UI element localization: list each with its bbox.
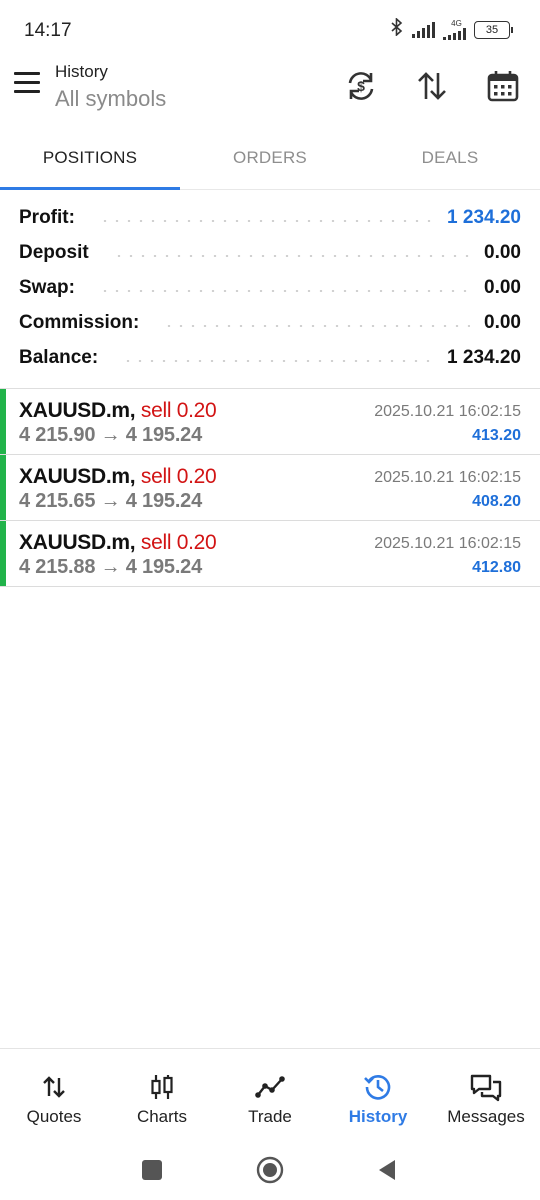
summary-value: 0.00	[484, 311, 521, 333]
position-prices: 4 215.88 → 4 195.24	[19, 556, 203, 578]
tab-orders[interactable]: ORDERS	[180, 130, 360, 190]
summary-row-deposit: Deposit 0.00	[0, 235, 540, 270]
dotted-leader	[98, 219, 434, 222]
summary-label: Profit:	[19, 206, 75, 228]
position-symbol: XAUUSD.m, sell 0.20	[19, 399, 217, 423]
bluetooth-icon	[390, 17, 404, 41]
summary-row-swap: Swap: 0.00	[0, 270, 540, 305]
position-profit: 413.20	[472, 427, 521, 444]
nav-trade[interactable]: Trade	[216, 1049, 324, 1138]
network-type: 4G	[451, 18, 462, 28]
position-symbol: XAUUSD.m, sell 0.20	[19, 465, 217, 489]
tabs: POSITIONS ORDERS DEALS	[0, 130, 540, 190]
currency-exchange-icon[interactable]: $	[341, 66, 381, 106]
symbol-name: XAUUSD.m,	[19, 465, 136, 488]
position-marker	[0, 521, 6, 586]
quotes-icon	[41, 1071, 67, 1103]
battery-level: 35	[485, 23, 499, 36]
symbol-name: XAUUSD.m,	[19, 531, 136, 554]
charts-icon	[149, 1071, 175, 1103]
status-time: 14:17	[24, 20, 72, 41]
back-triangle-icon	[379, 1160, 395, 1180]
back-button[interactable]	[367, 1150, 407, 1190]
summary-row-commission: Commission: 0.00	[0, 305, 540, 340]
nav-label: Trade	[248, 1107, 292, 1126]
position-prices: 4 215.90 → 4 195.24	[19, 424, 203, 446]
messages-icon	[469, 1071, 503, 1103]
position-profit: 408.20	[472, 493, 521, 510]
nav-label: History	[348, 1107, 408, 1126]
nav-charts[interactable]: Charts	[108, 1049, 216, 1138]
sort-icon[interactable]	[412, 66, 452, 106]
list-item[interactable]: XAUUSD.m, sell 0.20 4 215.88 → 4 195.24 …	[0, 521, 540, 587]
trade-icon	[255, 1071, 285, 1103]
summary: Profit: 1 234.20 Deposit 0.00 Swap: 0.00…	[0, 200, 540, 375]
position-time: 2025.10.21 16:02:15	[374, 469, 521, 486]
dotted-leader	[163, 324, 471, 327]
positions-list: XAUUSD.m, sell 0.20 4 215.90 → 4 195.24 …	[0, 389, 540, 587]
calendar-icon[interactable]	[483, 66, 523, 106]
dotted-leader	[98, 289, 471, 292]
recents-button[interactable]	[132, 1150, 172, 1190]
system-nav-bar	[0, 1140, 540, 1200]
position-profit: 412.80	[472, 559, 521, 576]
summary-value: 0.00	[484, 276, 521, 298]
symbol-filter[interactable]: All symbols	[55, 86, 166, 112]
menu-icon[interactable]	[14, 72, 42, 94]
summary-label: Deposit	[19, 241, 89, 263]
tab-deals[interactable]: DEALS	[360, 130, 540, 190]
nav-label: Messages	[447, 1107, 525, 1126]
signal-icon-2	[443, 27, 466, 40]
home-button[interactable]	[250, 1150, 290, 1190]
summary-value: 0.00	[484, 241, 521, 263]
position-side: sell 0.20	[140, 531, 217, 554]
nav-label: Charts	[136, 1107, 188, 1126]
bottom-nav: Quotes Charts Trade History Messages	[0, 1048, 540, 1138]
nav-quotes[interactable]: Quotes	[0, 1049, 108, 1138]
summary-label: Balance:	[19, 346, 99, 368]
network-indicator: 4G	[443, 18, 466, 40]
list-item[interactable]: XAUUSD.m, sell 0.20 4 215.90 → 4 195.24 …	[0, 389, 540, 455]
summary-label: Commission:	[19, 311, 140, 333]
status-bar: 14:17 4G 35	[0, 0, 540, 58]
nav-history[interactable]: History	[324, 1049, 432, 1138]
position-time: 2025.10.21 16:02:15	[374, 535, 521, 552]
tabs-divider	[180, 189, 540, 190]
circle-icon	[256, 1156, 284, 1184]
status-icons: 4G 35	[390, 17, 513, 41]
position-marker	[0, 455, 6, 520]
nav-messages[interactable]: Messages	[432, 1049, 540, 1138]
summary-value: 1 234.20	[447, 206, 521, 228]
app-bar: History All symbols $	[0, 58, 540, 120]
symbol-name: XAUUSD.m,	[19, 399, 136, 422]
dotted-leader	[122, 359, 434, 362]
position-side: sell 0.20	[140, 399, 217, 422]
history-icon	[363, 1071, 393, 1103]
tab-positions[interactable]: POSITIONS	[0, 130, 180, 190]
position-symbol: XAUUSD.m, sell 0.20	[19, 531, 217, 555]
summary-value: 1 234.20	[447, 346, 521, 368]
position-side: sell 0.20	[140, 465, 217, 488]
summary-row-profit: Profit: 1 234.20	[0, 200, 540, 235]
summary-label: Swap:	[19, 276, 75, 298]
battery-icon: 35	[474, 20, 513, 39]
square-icon	[142, 1160, 162, 1180]
summary-row-balance: Balance: 1 234.20	[0, 340, 540, 375]
page-title: History	[55, 62, 108, 81]
position-prices: 4 215.65 → 4 195.24	[19, 490, 203, 512]
svg-text:$: $	[357, 78, 365, 94]
dotted-leader	[112, 254, 471, 257]
nav-label: Quotes	[26, 1107, 82, 1126]
signal-icon	[412, 21, 435, 38]
list-item[interactable]: XAUUSD.m, sell 0.20 4 215.65 → 4 195.24 …	[0, 455, 540, 521]
position-time: 2025.10.21 16:02:15	[374, 403, 521, 420]
position-marker	[0, 389, 6, 454]
